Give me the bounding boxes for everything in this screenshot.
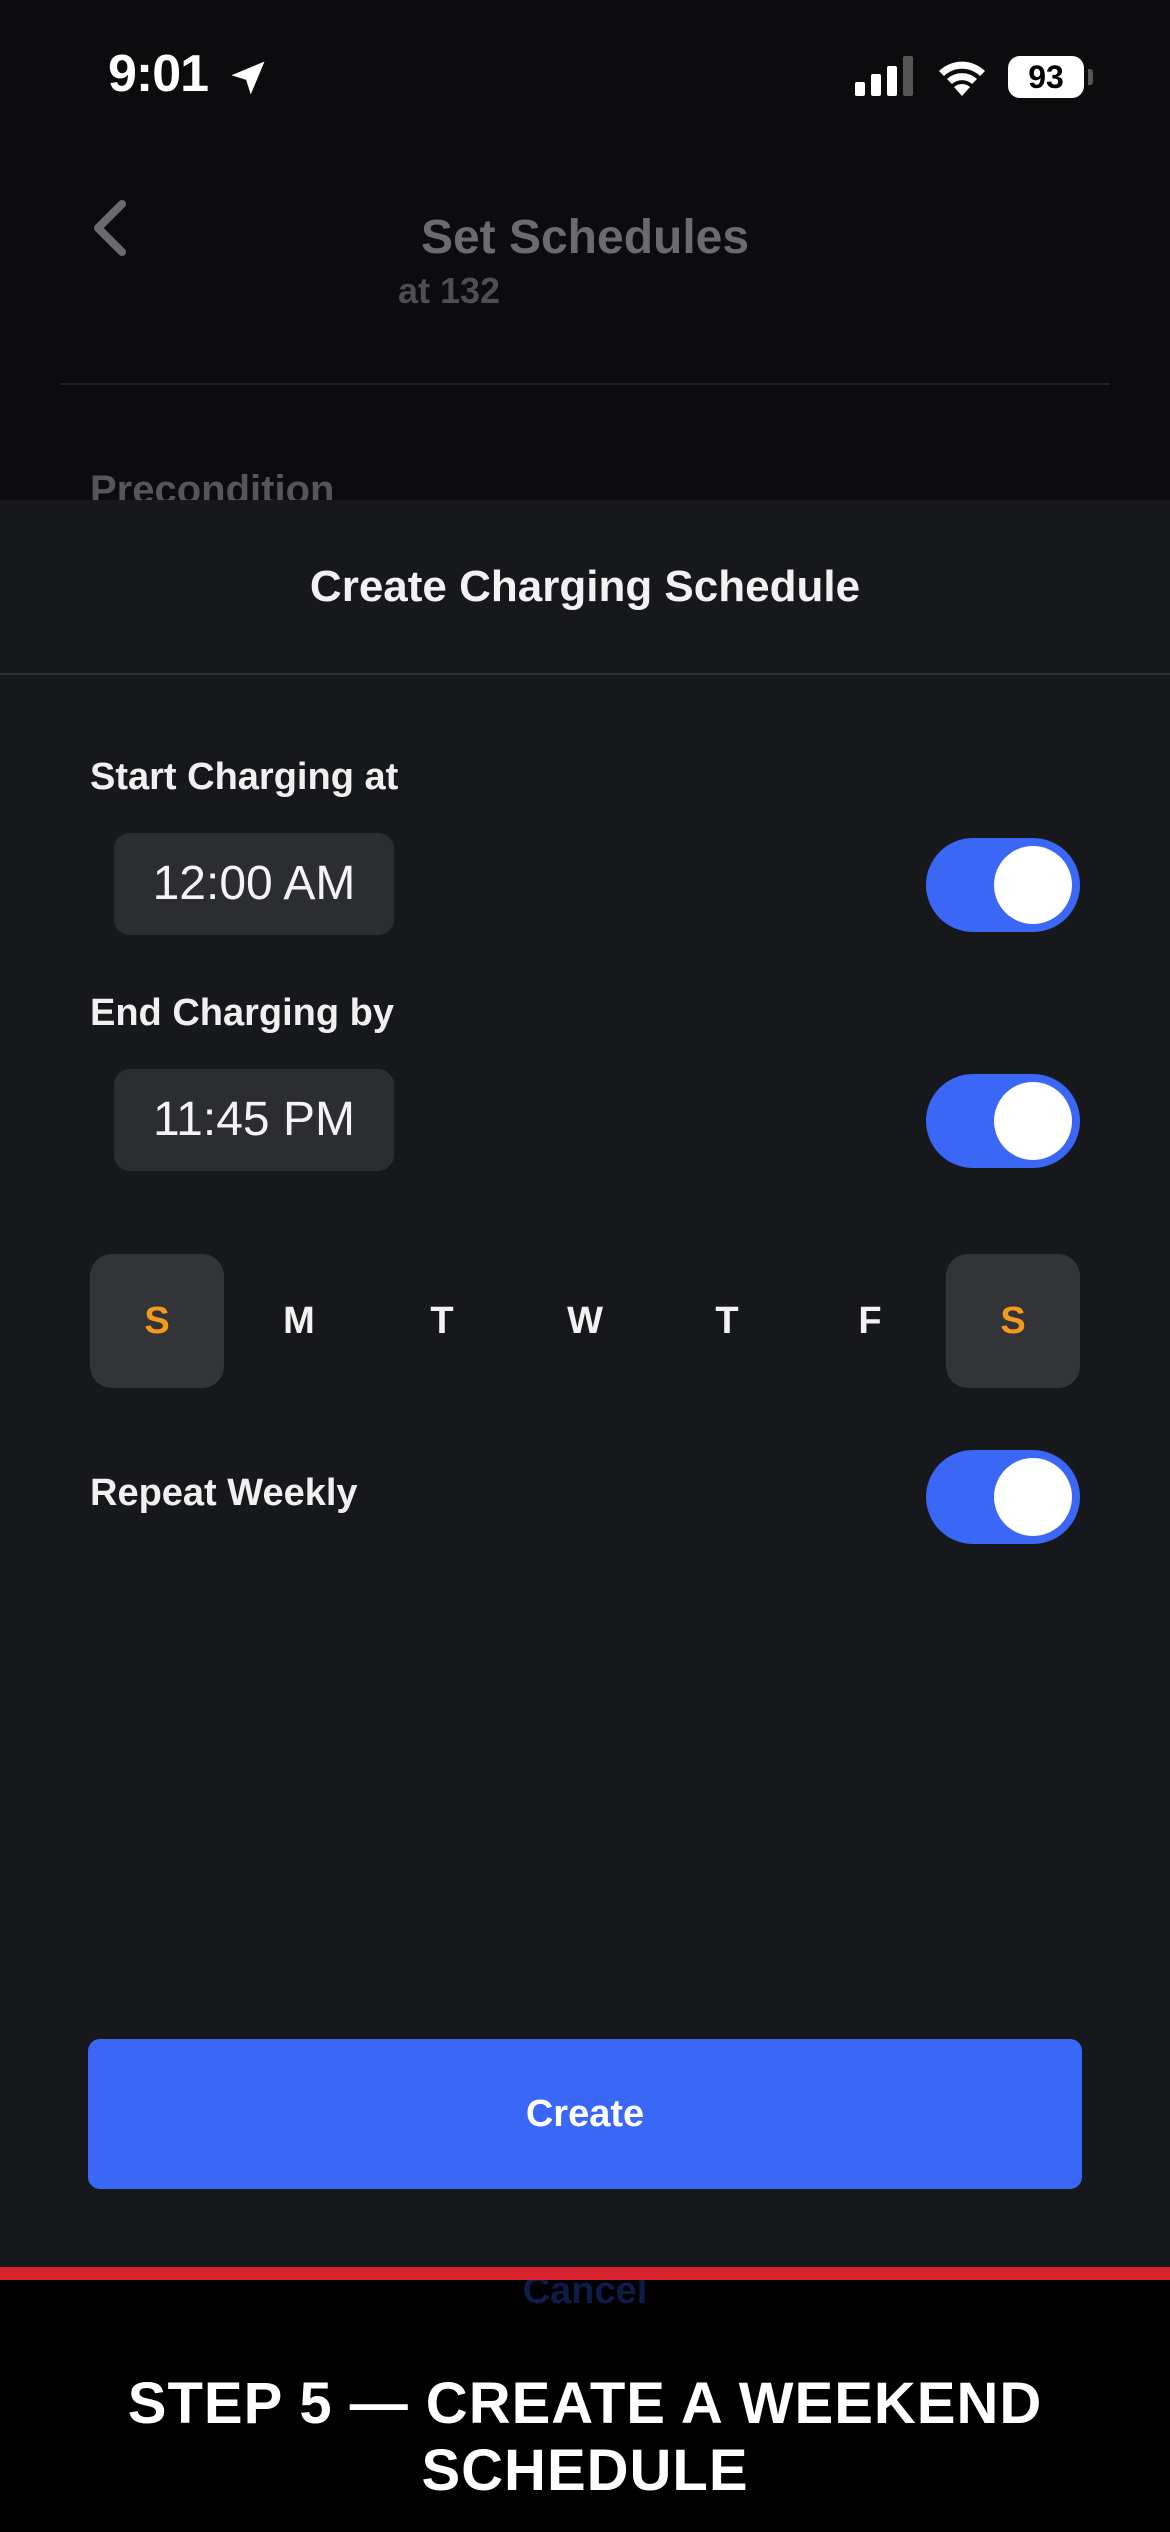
background-page: Set Schedules at 132 Precondition: [0, 150, 1170, 512]
day-saturday[interactable]: S: [946, 1254, 1080, 1388]
page-title: Set Schedules: [420, 211, 750, 264]
day-friday[interactable]: F: [803, 1254, 937, 1388]
toggle-knob: [994, 1082, 1072, 1160]
step-caption: STEP 5 — CREATE A WEEKEND SCHEDULE: [127, 2371, 1043, 2503]
end-charging-label: End Charging by: [90, 992, 394, 1034]
create-button[interactable]: Create: [88, 2039, 1082, 2189]
repeat-weekly-toggle[interactable]: [926, 1450, 1080, 1544]
toggle-knob: [994, 1458, 1072, 1536]
app-screen: 9:01 93 Set Schedules at 132 Preconditio…: [0, 0, 1170, 2532]
cellular-signal-icon: [855, 56, 913, 96]
sheet-title: Create Charging Schedule: [309, 562, 861, 611]
day-thursday[interactable]: T: [660, 1254, 794, 1388]
day-monday[interactable]: M: [232, 1254, 366, 1388]
end-time-picker[interactable]: 11:45 PM: [114, 1069, 394, 1171]
page-subtitle: at 132: [398, 270, 501, 311]
location-arrow-icon: [231, 61, 265, 95]
status-bar: 9:01 93: [0, 0, 1170, 150]
day-selector: S M T W T F S: [90, 1254, 1080, 1388]
repeat-weekly-label: Repeat Weekly: [90, 1472, 358, 1514]
sheet-divider: [0, 673, 1170, 675]
wifi-icon: [939, 61, 985, 96]
day-tuesday[interactable]: T: [375, 1254, 509, 1388]
day-wednesday[interactable]: W: [518, 1254, 652, 1388]
battery-icon: 93: [1008, 56, 1084, 98]
battery-tip: [1088, 69, 1093, 85]
toggle-knob: [994, 846, 1072, 924]
day-sunday[interactable]: S: [90, 1254, 224, 1388]
create-schedule-sheet: Create Charging Schedule Start Charging …: [0, 500, 1170, 2280]
end-charging-toggle[interactable]: [926, 1074, 1080, 1168]
start-time-picker[interactable]: 12:00 AM: [114, 833, 394, 935]
caption-rule: [0, 2267, 1170, 2280]
status-time: 9:01: [108, 45, 209, 103]
header-divider: [60, 383, 1110, 385]
start-charging-label: Start Charging at: [90, 756, 399, 798]
start-charging-toggle[interactable]: [926, 838, 1080, 932]
